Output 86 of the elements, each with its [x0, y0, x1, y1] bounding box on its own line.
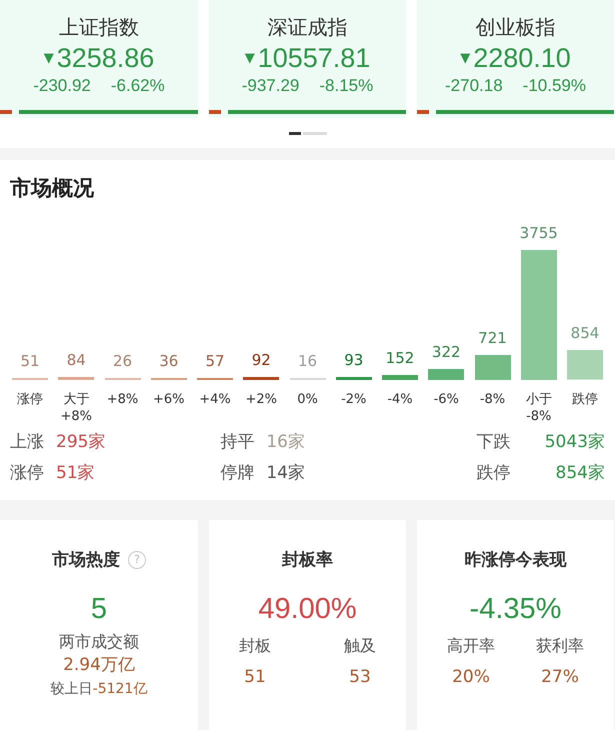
category-label: 涨停: [17, 392, 43, 409]
bar-value: 3755: [520, 224, 558, 242]
bar-value: 16: [298, 352, 318, 370]
bar: [567, 350, 603, 380]
compare-value: -5121亿: [92, 681, 148, 697]
compare-label: 较上日: [50, 681, 93, 697]
stat-label: 停牌: [220, 462, 254, 484]
index-name: 深证成指: [268, 14, 348, 41]
bar-value: 36: [159, 352, 178, 370]
performance-card[interactable]: 昨涨停今表现 -4.35% 高开率 20% 获利率 27%: [417, 520, 614, 730]
bar-value: 57: [205, 352, 225, 370]
bar: [336, 376, 372, 380]
index-percent: -8.15%: [319, 76, 374, 96]
bar: [243, 376, 280, 380]
index-percent: -6.62%: [110, 76, 165, 96]
stat-label: 涨停: [10, 462, 44, 484]
metric-label: 封板: [239, 636, 271, 657]
heat-value: 5: [90, 593, 108, 626]
index-card[interactable]: 上证指数 ▼3258.86 -230.92 -6.62%: [0, 0, 198, 118]
stat-value: 51家: [56, 462, 95, 484]
bar-value: 721: [478, 329, 507, 348]
performance-value: -4.35%: [470, 593, 562, 626]
metric-label: 触及: [344, 636, 376, 657]
metric-label: 获利率: [536, 636, 584, 657]
category-label: +2%: [245, 392, 278, 409]
card-title: 封板率: [282, 549, 333, 571]
category-label: 大于 +8%: [60, 392, 92, 426]
stat-label: 跌停: [476, 462, 511, 484]
index-change: -937.29: [242, 76, 300, 96]
bar-value: 51: [20, 352, 40, 370]
metric-value: 27%: [541, 667, 579, 687]
index-card[interactable]: 创业板指 ▼2280.10 -270.18 -10.59%: [417, 0, 614, 118]
bar-value: 854: [570, 324, 600, 342]
seal-rate-card[interactable]: 封板率 49.00% 封板 51 触及 53: [209, 520, 406, 730]
index-change: -230.92: [33, 76, 91, 96]
turnover-value: 2.94万亿: [63, 654, 135, 676]
stat-label: 下跌: [476, 431, 511, 453]
index-name: 上证指数: [59, 14, 139, 41]
down-arrow-icon: ▼: [460, 51, 470, 66]
down-arrow-icon: ▼: [244, 51, 255, 66]
index-name: 创业板指: [476, 14, 556, 41]
category-label: -6%: [434, 392, 459, 409]
heat-card[interactable]: 市场热度 ? 5 两市成交额 2.94万亿 较上日-5121亿: [0, 520, 198, 730]
category-label: -2%: [341, 392, 366, 409]
stat-value: 14家: [266, 462, 305, 484]
category-label: -4%: [387, 392, 413, 409]
stat-value: 854家: [556, 462, 605, 484]
stat-label: 上涨: [10, 431, 44, 453]
stat-label: 持平: [220, 431, 254, 453]
bar: [474, 355, 510, 380]
index-percent: -10.59%: [522, 76, 586, 96]
page-indicator[interactable]: [288, 132, 300, 134]
bar-value: 26: [112, 352, 132, 370]
metric-value: 53: [349, 667, 371, 687]
category-label: -8%: [480, 392, 506, 409]
stat-value: 295家: [56, 431, 106, 453]
index-card[interactable]: 深证成指 ▼10557.81 -937.29 -8.15%: [209, 0, 406, 118]
bar-value: 93: [344, 350, 364, 369]
index-value: 3258.86: [56, 43, 154, 74]
category-label: +4%: [199, 392, 231, 409]
card-title: 市场热度: [52, 549, 120, 571]
metric-value: 51: [244, 667, 266, 687]
bar-value: 152: [386, 348, 414, 367]
stat-value: 5043家: [544, 431, 605, 453]
category-label: +6%: [152, 392, 185, 409]
category-label: +8%: [106, 392, 138, 409]
bar-value: 322: [432, 342, 461, 361]
bar-value: 84: [66, 351, 86, 370]
bar: [58, 377, 94, 380]
category-label: 跌停: [572, 392, 598, 409]
index-value: 10557.81: [258, 43, 370, 74]
down-arrow-icon: ▼: [44, 51, 54, 66]
stat-value: 16家: [266, 431, 305, 453]
metric-label: 高开率: [447, 636, 495, 657]
seal-rate-value: 49.00%: [258, 593, 357, 626]
category-label: 小于 -8%: [526, 392, 552, 426]
bar-value: 92: [252, 350, 271, 369]
bar: [428, 368, 464, 380]
metric-value: 20%: [452, 667, 490, 687]
turnover-label: 两市成交额: [59, 632, 139, 653]
index-value: 2280.10: [473, 43, 571, 74]
card-title: 昨涨停今表现: [464, 549, 566, 571]
category-label: 0%: [297, 392, 318, 409]
section-title: 市场概况: [10, 175, 95, 202]
index-change: -270.18: [445, 76, 503, 96]
bar: [382, 374, 418, 380]
